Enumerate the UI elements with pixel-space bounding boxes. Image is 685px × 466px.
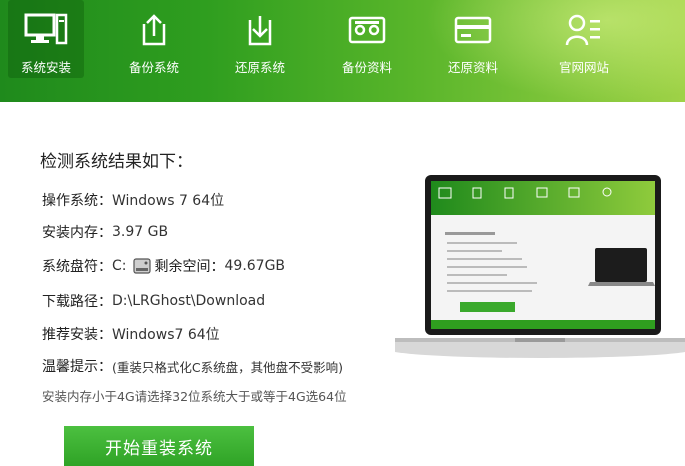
card-icon	[451, 8, 495, 52]
nav-system-install[interactable]: 系统安装	[8, 0, 84, 78]
nav-label: 官网网站	[558, 60, 609, 75]
result-title: 检测系统结果如下：	[40, 152, 193, 172]
free-space-label: 剩余空间：	[154, 259, 225, 275]
free-space-value: 49.67GB	[224, 258, 286, 274]
user-list-icon	[562, 8, 606, 52]
recommend-value: Windows7 64位	[112, 327, 220, 343]
nav-backup-system[interactable]: 备份系统	[116, 0, 192, 78]
download-icon	[238, 8, 282, 52]
laptop-preview-image	[385, 170, 685, 370]
nav-label: 还原资料	[447, 60, 498, 75]
nav-restore-data[interactable]: 还原资料	[435, 0, 511, 78]
hard-disk-icon	[132, 258, 151, 274]
disk-drive: C:	[112, 258, 127, 274]
nav-backup-data[interactable]: 备份资料	[329, 0, 405, 78]
nav-label: 系统安装	[20, 60, 71, 75]
memory-hint: 安装内存小于4G请选择32位系统大于或等于4G选64位	[42, 389, 347, 404]
memory-label: 安装内存：	[42, 225, 112, 241]
start-reinstall-button[interactable]: 开始重装系统	[64, 426, 254, 466]
download-label: 下载路径：	[42, 294, 112, 310]
nav-restore-system[interactable]: 还原系统	[222, 0, 298, 78]
download-row: 下载路径： D:\LRGhost\Download	[42, 291, 265, 311]
os-value: Windows 7 64位	[112, 193, 225, 209]
nav-official-site[interactable]: 官网网站	[546, 0, 622, 78]
tip-value: (重装只格式化C系统盘，其他盘不受影响)	[112, 359, 343, 375]
cassette-icon	[345, 8, 389, 52]
monitor-pc-icon	[24, 8, 68, 52]
disk-row: 系统盘符： C: 剩余空间： 49.67GB	[42, 256, 285, 276]
memory-row: 安装内存： 3.97 GB	[42, 222, 168, 242]
tip-row: 温馨提示： (重装只格式化C系统盘，其他盘不受影响)	[42, 356, 343, 376]
nav-label: 还原系统	[234, 60, 285, 75]
memory-value: 3.97 GB	[112, 224, 169, 240]
tip-label: 温馨提示：	[42, 359, 112, 375]
nav-label: 备份资料	[341, 60, 392, 75]
os-row: 操作系统： Windows 7 64位	[42, 190, 224, 210]
recommend-label: 推荐安装：	[42, 327, 112, 343]
nav-label: 备份系统	[128, 60, 179, 75]
disk-label: 系统盘符：	[42, 259, 112, 275]
download-path: D:\LRGhost\Download	[112, 293, 266, 309]
upload-icon	[132, 8, 176, 52]
os-label: 操作系统：	[42, 193, 112, 209]
recommend-row: 推荐安装： Windows7 64位	[42, 324, 220, 344]
